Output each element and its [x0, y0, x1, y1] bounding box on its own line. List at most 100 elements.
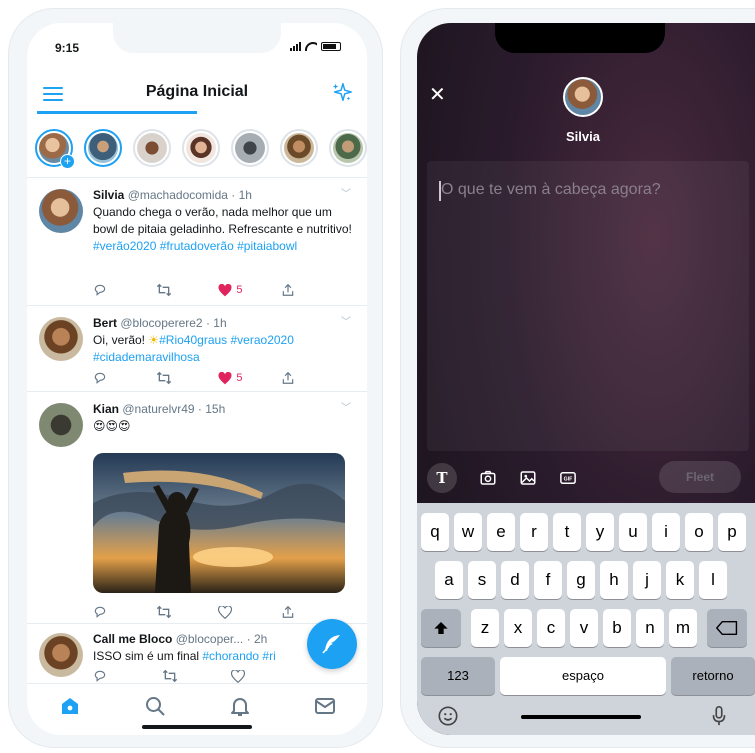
fleet-avatar[interactable]	[182, 129, 220, 167]
fleets-row: +	[35, 129, 367, 179]
home-indicator	[142, 725, 252, 729]
tweet[interactable]: Bert @blocoperere2 · 1h Oi, verão! ☀#Rio…	[27, 311, 367, 391]
key-z[interactable]: z	[471, 609, 499, 647]
bell-icon[interactable]	[228, 694, 252, 718]
camera-icon[interactable]	[479, 469, 497, 487]
share-button[interactable]	[281, 371, 337, 385]
image-icon[interactable]	[519, 469, 537, 487]
reply-button[interactable]	[93, 669, 149, 683]
key-l[interactable]: l	[699, 561, 727, 599]
search-icon[interactable]	[143, 694, 167, 718]
tweet-actions	[93, 603, 337, 621]
gif-icon[interactable]: GIF	[559, 469, 577, 487]
key-e[interactable]: e	[487, 513, 515, 551]
key-g[interactable]: g	[567, 561, 595, 599]
fleet-avatar[interactable]	[84, 129, 122, 167]
key-y[interactable]: y	[586, 513, 614, 551]
tweet-author-name[interactable]: Call me Bloco	[93, 632, 172, 646]
like-button[interactable]	[218, 605, 274, 619]
key-d[interactable]: d	[501, 561, 529, 599]
tweet-body: Call me Bloco @blocoper... · 2h ISSO sim…	[93, 631, 307, 665]
like-button[interactable]: 5	[218, 283, 274, 297]
chevron-down-icon[interactable]: ﹀	[341, 399, 351, 414]
tweet-header: Bert @blocoperere2 · 1h	[93, 315, 353, 332]
fleet-avatar[interactable]	[133, 129, 171, 167]
key-h[interactable]: h	[600, 561, 628, 599]
like-button[interactable]	[231, 669, 287, 683]
fleet-avatar[interactable]	[231, 129, 269, 167]
page-title: Página Inicial	[145, 83, 249, 100]
fleet-text-input[interactable]: O que te vem à cabeça agora?	[427, 161, 749, 451]
share-button[interactable]	[281, 283, 337, 297]
reply-button[interactable]	[93, 283, 149, 297]
key-p[interactable]: p	[718, 513, 746, 551]
avatar[interactable]	[39, 633, 83, 677]
key-q[interactable]: q	[421, 513, 449, 551]
avatar	[186, 133, 216, 163]
key-c[interactable]: c	[537, 609, 565, 647]
fleet-avatar[interactable]	[329, 129, 367, 167]
key-m[interactable]: m	[669, 609, 697, 647]
tweet-hashtags[interactable]: #chorando #ri	[202, 649, 275, 663]
tweet[interactable]: Silvia @machadocomida · 1h Quando chega …	[27, 183, 367, 303]
key-r[interactable]: r	[520, 513, 548, 551]
key-x[interactable]: x	[504, 609, 532, 647]
retweet-button[interactable]	[162, 669, 218, 683]
fleet-avatar[interactable]	[280, 129, 318, 167]
key-a[interactable]: a	[435, 561, 463, 599]
tweet-author-name[interactable]: Silvia	[93, 188, 124, 202]
text-style-button[interactable]: T	[427, 463, 457, 493]
tweet-actions: 5	[93, 369, 337, 387]
surfer-photo[interactable]	[93, 453, 345, 593]
key-k[interactable]: k	[666, 561, 694, 599]
shift-key[interactable]	[421, 609, 461, 647]
key-i[interactable]: i	[652, 513, 680, 551]
tweet-author-name[interactable]: Kian	[93, 402, 119, 416]
backspace-key[interactable]	[707, 609, 747, 647]
key-o[interactable]: o	[685, 513, 713, 551]
tweet[interactable]: Kian @naturelvr49 · 15h 😍😍😍 ﹀	[27, 397, 367, 623]
retweet-button[interactable]	[156, 605, 212, 619]
chevron-down-icon[interactable]: ﹀	[341, 185, 351, 200]
key-f[interactable]: f	[534, 561, 562, 599]
reply-button[interactable]	[93, 371, 149, 385]
phone-notch	[495, 23, 665, 53]
sparkle-icon[interactable]	[331, 81, 353, 103]
mail-icon[interactable]	[313, 694, 337, 718]
add-fleet-icon[interactable]: +	[60, 154, 75, 169]
retweet-button[interactable]	[156, 283, 212, 297]
key-b[interactable]: b	[603, 609, 631, 647]
fleet-submit-button[interactable]: Fleet	[659, 461, 741, 493]
chevron-down-icon[interactable]: ﹀	[341, 313, 351, 328]
avatar[interactable]	[39, 317, 83, 361]
compose-tweet-button[interactable]	[307, 619, 357, 669]
avatar[interactable]	[563, 77, 603, 117]
key-w[interactable]: w	[454, 513, 482, 551]
reply-button[interactable]	[93, 605, 149, 619]
key-n[interactable]: n	[636, 609, 664, 647]
fleet-toolbar: T GIF	[427, 463, 577, 493]
tweet-time: · 1h	[231, 188, 252, 202]
avatar[interactable]	[39, 189, 83, 233]
key-j[interactable]: j	[633, 561, 661, 599]
share-button[interactable]	[281, 605, 337, 619]
microphone-icon[interactable]	[711, 705, 727, 727]
close-icon[interactable]: ✕	[429, 85, 446, 105]
home-icon[interactable]	[58, 694, 82, 718]
retweet-button[interactable]	[156, 371, 212, 385]
key-u[interactable]: u	[619, 513, 647, 551]
fleet-avatar-own[interactable]: +	[35, 129, 75, 169]
gif-label: GIF	[564, 476, 574, 482]
avatar[interactable]	[39, 403, 83, 447]
space-key[interactable]: espaço	[500, 657, 666, 695]
like-button[interactable]: 5	[218, 371, 274, 385]
emoji-icon[interactable]	[437, 705, 459, 727]
tweet-author-name[interactable]: Bert	[93, 316, 117, 330]
home-indicator	[521, 715, 641, 719]
tweet-hashtags[interactable]: #verão2020 #frutadoverão #pitaiabowl	[93, 239, 297, 253]
numbers-key[interactable]: 123	[421, 657, 495, 695]
key-t[interactable]: t	[553, 513, 581, 551]
key-v[interactable]: v	[570, 609, 598, 647]
return-key[interactable]: retorno	[671, 657, 755, 695]
key-s[interactable]: s	[468, 561, 496, 599]
